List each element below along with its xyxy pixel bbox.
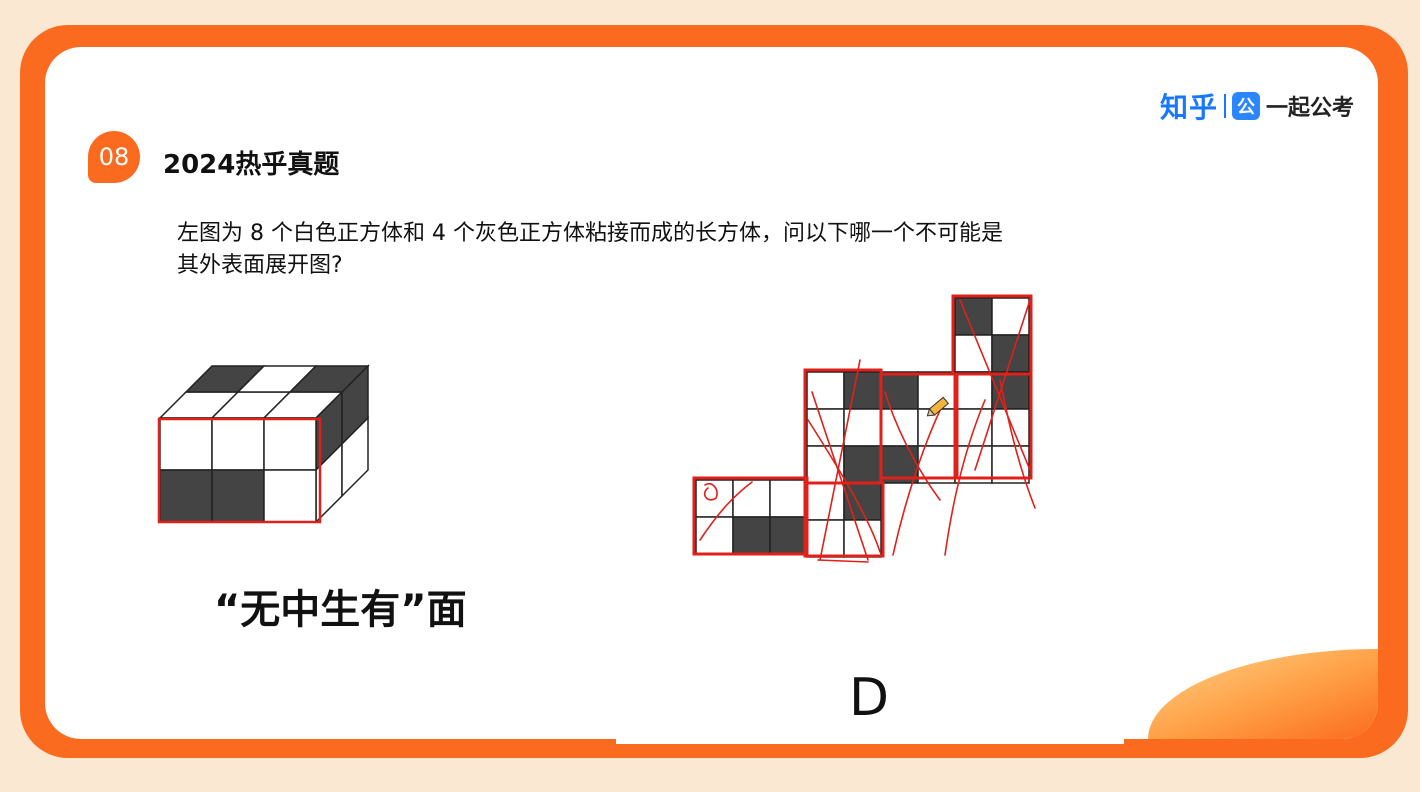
figures-layer: [157, 294, 1036, 563]
cuboid-figure: [157, 364, 370, 524]
answer-option-label: D: [849, 668, 890, 728]
caption-text: “无中生有”面: [214, 587, 467, 633]
bottom-white-strip: [616, 738, 1124, 744]
net-figure-option-d: [695, 297, 1030, 558]
cuboid-front-face: [159, 417, 317, 523]
